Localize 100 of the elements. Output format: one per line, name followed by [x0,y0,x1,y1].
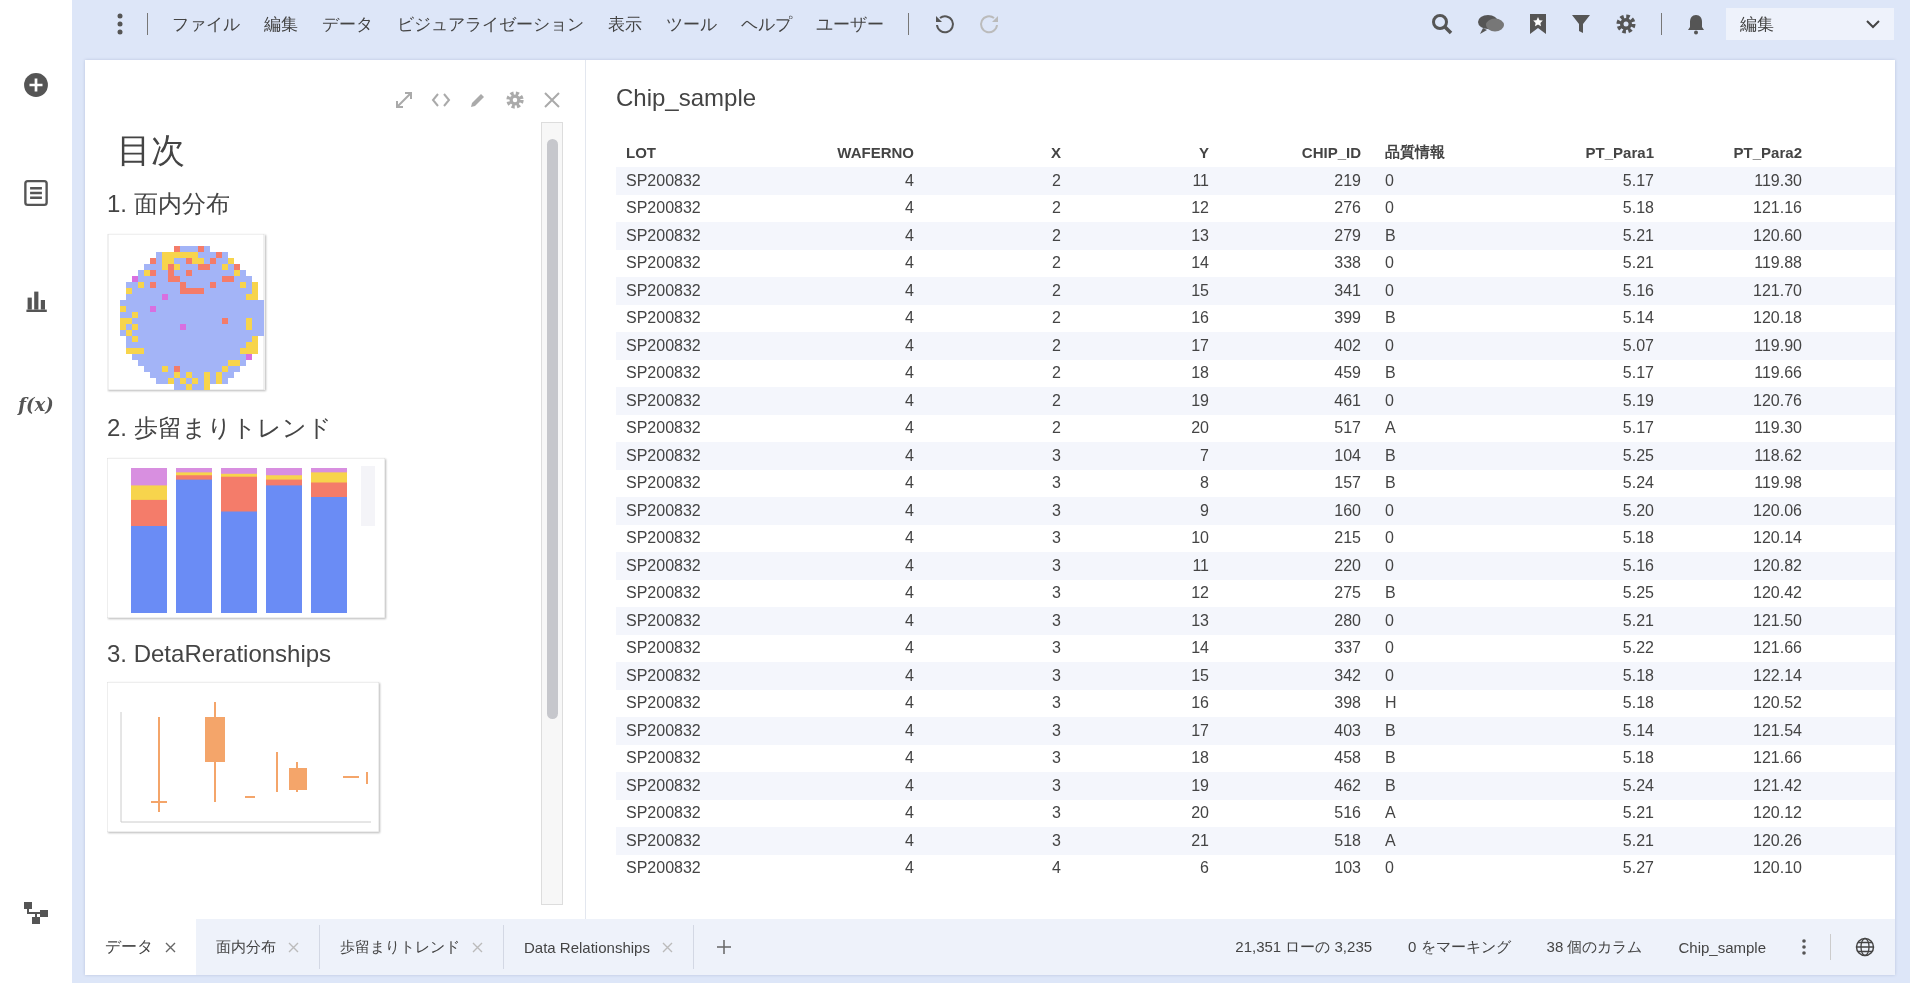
filter-icon[interactable] [1571,13,1591,35]
table-cell-text: 3 [1051,556,1062,575]
undo-icon[interactable] [933,13,955,35]
table-cell-text: SP200832 [625,639,702,658]
add-tab-icon[interactable] [715,939,732,955]
page-tab[interactable]: 面内分布 [196,925,320,969]
table-cell-text: 121.66 [1752,639,1803,658]
table-cell-text: 5.21 [1621,831,1655,850]
table-cell-text: B [1384,749,1397,768]
mode-dropdown[interactable]: 編集 [1726,8,1894,40]
list-icon[interactable] [24,180,48,206]
page-tab[interactable]: データ [85,919,196,975]
more-icon[interactable] [117,13,123,35]
table-cell-text: 2 [1051,336,1062,355]
table-cell-text: A [1384,831,1397,850]
table-cell-text: 0 [1384,391,1395,410]
menu-item[interactable]: 編集 [264,12,298,36]
menu-item[interactable]: ツール [666,12,717,36]
section-heading[interactable]: 1. 面内分布 [107,188,541,220]
globe-icon[interactable] [1855,937,1875,957]
column-header[interactable]: Y [1063,143,1211,161]
column-header[interactable]: 品質情報 [1363,142,1503,162]
table-cell-text: 220 [1333,556,1362,575]
column-header[interactable]: WAFERNO [746,143,916,161]
table-cell-text: 0 [1384,281,1395,300]
table-cell-text: 4 [904,336,915,355]
table-cell-text: 2 [1051,364,1062,383]
menu-item[interactable]: 表示 [608,12,642,36]
comments-icon[interactable] [1477,13,1505,35]
table-cell-text: 19 [1190,391,1210,410]
page-tab[interactable]: Data Relationships [504,925,694,969]
table-cell-text: SP200832 [625,666,702,685]
section-heading[interactable]: 3. DetaRerationships [107,640,541,668]
table-cell-text: SP200832 [625,804,702,823]
table-cell-text: 15 [1190,281,1210,300]
table-cell-text: 121.54 [1752,721,1803,740]
table-cell-text: 516 [1333,804,1362,823]
table-cell-text: SP200832 [625,831,702,850]
table-cell-text: SP200832 [625,501,702,520]
table-cell-text: SP200832 [625,859,702,878]
table-cell-text: 5.18 [1621,666,1655,685]
column-header[interactable]: LOT [616,143,746,161]
stacked-bar-chart-drawing[interactable] [107,458,385,618]
more-icon[interactable] [1802,939,1806,955]
table-cell-text: 120.76 [1752,391,1803,410]
table-cell-text: 3 [1051,446,1062,465]
bell-icon[interactable] [1686,13,1706,35]
table-cell-text: 120.18 [1752,309,1803,328]
table-cell-text: 120.42 [1752,584,1803,603]
table-name[interactable]: Chip_sample [1678,938,1766,956]
wafer-map-drawing[interactable] [107,234,265,390]
table-cell-text: 3 [1051,639,1062,658]
column-header[interactable]: PT_Para2 [1656,143,1804,161]
table-cell-text: 17 [1190,721,1210,740]
table-cell-text: SP200832 [625,749,702,768]
add-circle-icon[interactable] [23,72,49,98]
search-icon[interactable] [1431,13,1453,35]
table-cell-text: 462 [1333,776,1362,795]
close-icon[interactable] [165,941,176,953]
menu-item[interactable]: ユーザー [816,12,884,36]
table-cell-text: 17 [1190,336,1210,355]
bookmark-icon[interactable] [1529,13,1547,35]
table-cell-text: 18 [1190,749,1210,768]
table-cell-text: 4 [904,584,915,603]
table-cell-text: 15 [1190,666,1210,685]
table-cell-text: 5.18 [1621,749,1655,768]
table-cell-text: 3 [1051,694,1062,713]
section-heading[interactable]: 2. 歩留まりトレンド [107,412,541,444]
page-tab[interactable]: 歩留まりトレンド [320,925,504,969]
column-header[interactable]: PT_Para1 [1503,143,1656,161]
menu-item[interactable]: ビジュアライゼーション [397,12,584,36]
scrollbar[interactable] [541,122,563,905]
table-cell-text: 5.25 [1621,584,1655,603]
table-title: Chip_sample [616,84,758,112]
table-cell-text: 120.06 [1752,501,1803,520]
column-header[interactable]: X [916,143,1063,161]
table-cell-text: 2 [1051,281,1062,300]
table-cell-text: 2 [1051,199,1062,218]
table-cell-text: 5.17 [1621,171,1655,190]
menu-item[interactable]: データ [322,12,373,36]
menu-item[interactable]: ヘルプ [741,12,792,36]
table-cell-text: 3 [1051,584,1062,603]
settings-icon[interactable] [1615,13,1637,35]
menu-item[interactable]: ファイル [172,12,240,36]
table-cell-text: 4 [904,804,915,823]
table-cell-text: SP200832 [625,721,702,740]
table-cell-text: 4 [904,171,915,190]
hierarchy-icon[interactable] [23,901,49,925]
table-cell-text: 402 [1333,336,1362,355]
table-cell-text: 399 [1333,309,1362,328]
table-cell-text: 4 [904,254,915,273]
table-cell-text: 0 [1384,666,1395,685]
column-header[interactable]: CHIP_ID [1211,143,1363,161]
table-cell-text: 13 [1190,226,1210,245]
function-icon[interactable]: f(x) [18,394,54,415]
table-cell-text: 3 [1051,666,1062,685]
table-cell-text: SP200832 [625,584,702,603]
table-cell-text: B [1384,226,1397,245]
table-cell-text: 11 [1191,556,1210,575]
table-cell-text: 104 [1333,446,1362,465]
